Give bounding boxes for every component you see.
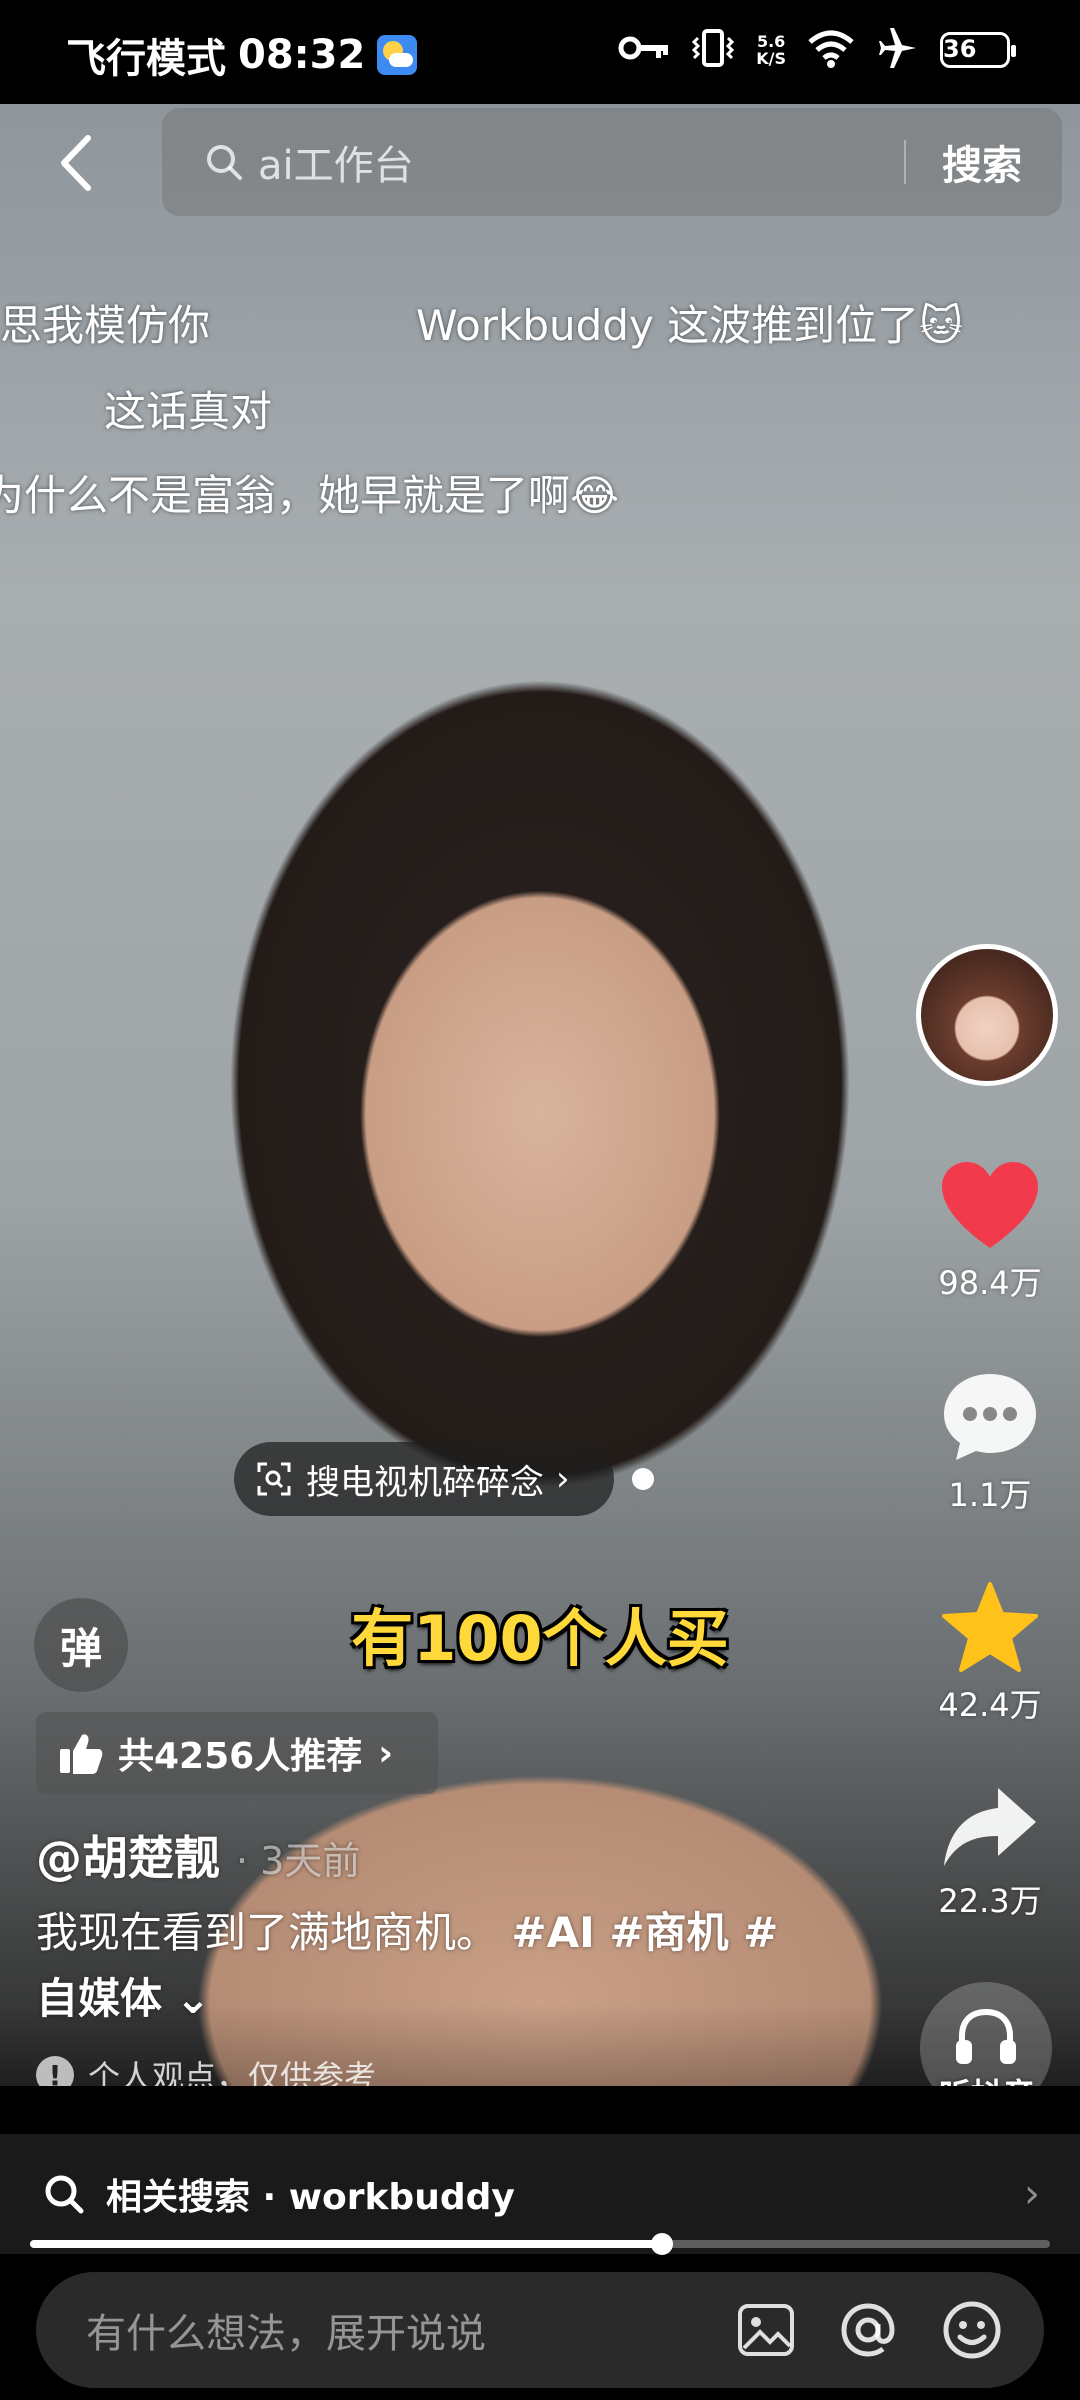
thumbs-up-icon bbox=[60, 1734, 103, 1774]
comment-count: 1.1万 bbox=[948, 1476, 1032, 1514]
video-search-chip[interactable]: 搜电视机碎碎念 › bbox=[234, 1442, 614, 1516]
comment-button[interactable]: 1.1万 bbox=[930, 1370, 1050, 1516]
search-button[interactable]: 搜索 bbox=[942, 133, 1022, 191]
comment-placeholder[interactable]: 有什么想法，展开说说 bbox=[86, 2301, 736, 2359]
vibrate-icon bbox=[690, 28, 736, 72]
comment-icon bbox=[944, 1374, 1036, 1460]
related-search-bar[interactable]: 相关搜索 · workbuddy › bbox=[0, 2134, 1080, 2254]
search-bar[interactable]: ai工作台 搜索 bbox=[162, 108, 1062, 216]
search-icon bbox=[45, 2175, 84, 2214]
chevron-right-icon: › bbox=[1024, 2171, 1040, 2217]
status-time: 08:32 bbox=[238, 32, 366, 78]
like-button[interactable]: 98.4万 bbox=[930, 1160, 1050, 1304]
wifi-icon bbox=[806, 28, 856, 72]
progress-fill bbox=[30, 2240, 663, 2248]
chevron-right-icon: › bbox=[378, 1732, 394, 1774]
danmaku-item: Workbuddy 这波推到位了🐱 bbox=[416, 301, 963, 350]
post-time: · 3天前 bbox=[236, 1839, 361, 1883]
scan-search-icon bbox=[257, 1462, 291, 1496]
danmaku-item: 思我模仿你 bbox=[0, 301, 211, 350]
danmaku-item: 为什么不是富翁，她早就是了啊😂 bbox=[0, 471, 620, 520]
share-button[interactable]: 22.3万 bbox=[930, 1784, 1050, 1922]
airplane-icon bbox=[876, 28, 920, 72]
search-chip-label: 搜电视机碎碎念 bbox=[306, 1462, 544, 1503]
author-avatar[interactable] bbox=[916, 944, 1058, 1086]
battery-icon: 36 bbox=[940, 32, 1016, 68]
hashtag-tail[interactable]: 自媒体 bbox=[36, 1974, 162, 2023]
danmaku-toggle-button[interactable]: 弹 bbox=[34, 1598, 128, 1692]
back-button[interactable] bbox=[48, 128, 108, 198]
expand-chevron-icon[interactable]: ⌄ bbox=[175, 1974, 210, 2023]
search-icon bbox=[207, 145, 242, 180]
video-progress-bar[interactable] bbox=[30, 2233, 1050, 2255]
recommend-count: 共4256人推荐 bbox=[118, 1736, 363, 1777]
status-mode: 飞行模式 bbox=[66, 36, 226, 82]
search-query[interactable]: ai工作台 bbox=[258, 133, 904, 191]
image-icon[interactable] bbox=[736, 2300, 796, 2360]
comment-input[interactable]: 有什么想法，展开说说 bbox=[36, 2272, 1044, 2388]
like-count: 98.4万 bbox=[938, 1264, 1042, 1302]
mention-icon[interactable] bbox=[836, 2298, 900, 2362]
recommend-bar[interactable]: 共4256人推荐 › bbox=[36, 1712, 438, 1794]
net-speed: 5.6 K/S bbox=[756, 32, 786, 68]
share-count: 22.3万 bbox=[938, 1882, 1042, 1920]
weather-icon bbox=[377, 35, 418, 75]
share-arrow-icon bbox=[944, 1788, 1036, 1866]
page-indicator-dot bbox=[632, 1468, 654, 1490]
video-caption: 有100个人买 bbox=[351, 1602, 729, 1675]
status-bar: 飞行模式 08:32 5.6 K/S 36 bbox=[0, 0, 1080, 104]
emoji-icon[interactable] bbox=[940, 2298, 1004, 2362]
danmaku-item: 这话真对 bbox=[104, 387, 273, 436]
favorite-count: 42.4万 bbox=[938, 1686, 1042, 1724]
key-icon bbox=[618, 33, 670, 67]
hashtags[interactable]: #AI #商机 # bbox=[511, 1908, 778, 1957]
related-search-label: 相关搜索 · workbuddy bbox=[106, 2177, 515, 2218]
author-name[interactable]: @胡楚靓 · 3天前 bbox=[36, 1822, 360, 1888]
chevron-right-icon: › bbox=[556, 1459, 570, 1499]
post-description[interactable]: 我现在看到了满地商机。 #AI #商机 # 自媒体 ⌄ bbox=[36, 1900, 856, 2032]
heart-icon bbox=[942, 1162, 1038, 1248]
